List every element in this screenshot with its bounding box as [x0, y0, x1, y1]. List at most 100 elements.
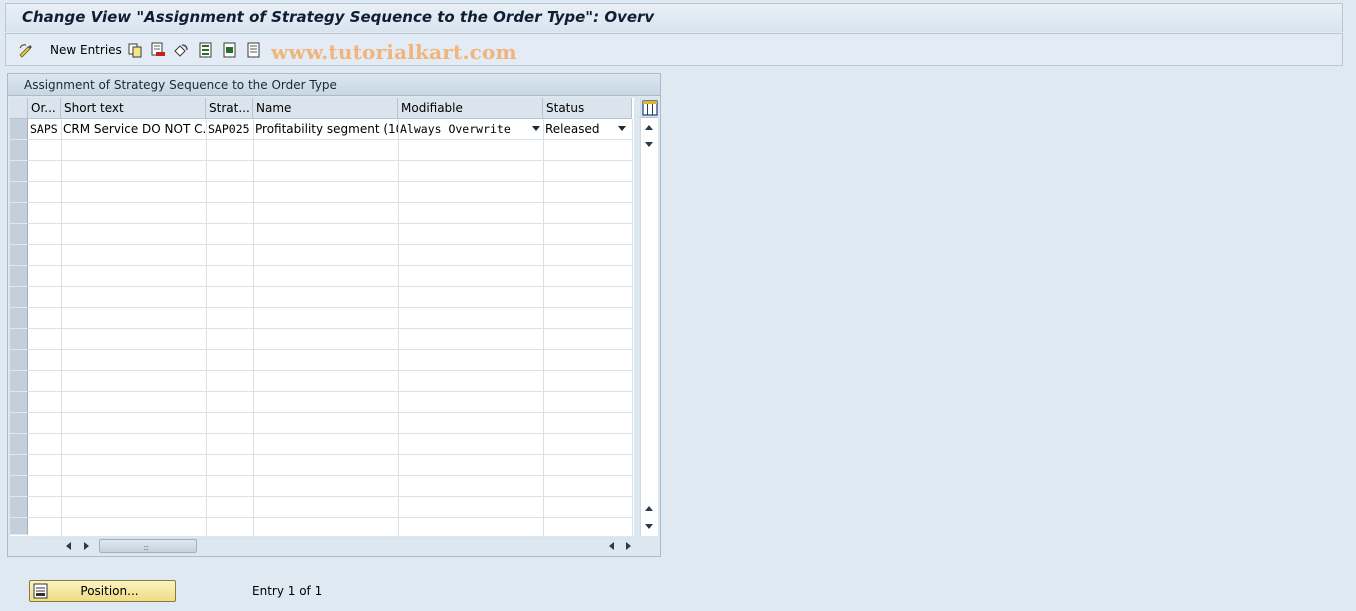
page-up-icon[interactable] — [645, 506, 653, 511]
new-entries-label: New Entries — [50, 42, 122, 57]
select-all-icon — [199, 42, 212, 57]
row-selector[interactable] — [10, 434, 28, 455]
row-selector[interactable] — [10, 413, 28, 434]
column-header-strategy[interactable]: Strat... — [206, 98, 253, 119]
row-selector[interactable] — [10, 350, 28, 371]
empty-row[interactable] — [28, 161, 632, 182]
delete-button[interactable] — [150, 41, 166, 58]
new-entries-button[interactable]: New Entries — [46, 41, 122, 58]
empty-row[interactable] — [28, 266, 632, 287]
empty-row[interactable] — [28, 329, 632, 350]
title-bar: Change View "Assignment of Strategy Sequ… — [5, 3, 1343, 32]
empty-row[interactable] — [28, 350, 632, 371]
cell-order-type[interactable]: SAPS — [28, 119, 61, 139]
page-title: Change View "Assignment of Strategy Sequ… — [22, 8, 655, 26]
application-toolbar: New Entries — [5, 33, 1343, 66]
select-block-button[interactable] — [222, 41, 238, 58]
column-header-short-text[interactable]: Short text — [61, 98, 206, 119]
empty-row[interactable] — [28, 497, 632, 518]
column-divider — [206, 119, 207, 536]
row-selector[interactable] — [10, 518, 28, 535]
scroll-right-icon[interactable] — [84, 542, 89, 550]
page-down-icon[interactable] — [645, 524, 653, 529]
table-settings-icon — [642, 100, 658, 116]
column-settings-button[interactable] — [641, 98, 658, 118]
horizontal-scrollbar[interactable]: ::: — [60, 538, 640, 554]
row-selector[interactable] — [10, 140, 28, 161]
empty-row[interactable] — [28, 476, 632, 497]
copy-button[interactable] — [127, 41, 143, 58]
chevron-down-icon[interactable] — [618, 126, 626, 131]
row-selector[interactable] — [10, 161, 28, 182]
row-selector[interactable] — [10, 182, 28, 203]
row-selector[interactable] — [10, 497, 28, 518]
empty-row[interactable] — [28, 392, 632, 413]
empty-row[interactable] — [28, 182, 632, 203]
empty-row[interactable] — [28, 455, 632, 476]
row-selector[interactable] — [10, 203, 28, 224]
empty-row[interactable] — [28, 371, 632, 392]
position-button[interactable]: Position... — [29, 580, 176, 602]
row-selector[interactable] — [10, 476, 28, 497]
undo-icon — [174, 43, 188, 57]
table-row[interactable]: SAPS CRM Service DO NOT C... SAP025 Prof… — [28, 119, 632, 140]
row-selector[interactable] — [10, 308, 28, 329]
cell-name[interactable]: Profitability segment (10... — [253, 119, 398, 139]
row-selector[interactable] — [10, 224, 28, 245]
empty-row[interactable] — [28, 287, 632, 308]
row-selector[interactable] — [10, 455, 28, 476]
row-selector[interactable] — [10, 287, 28, 308]
scroll-thumb[interactable]: ::: — [99, 539, 197, 553]
row-selector[interactable] — [10, 119, 28, 140]
empty-row[interactable] — [28, 518, 632, 539]
chevron-down-icon[interactable] — [532, 126, 540, 131]
empty-row[interactable] — [28, 140, 632, 161]
position-button-label: Position... — [80, 584, 139, 598]
cell-short-text[interactable]: CRM Service DO NOT C... — [61, 119, 206, 139]
scroll-left-icon[interactable] — [66, 542, 71, 550]
undo-button[interactable] — [173, 41, 189, 58]
display-change-button[interactable] — [18, 41, 34, 58]
empty-row[interactable] — [28, 203, 632, 224]
empty-row[interactable] — [28, 224, 632, 245]
row-selector[interactable] — [10, 329, 28, 350]
scroll-up-icon[interactable] — [645, 125, 653, 130]
column-header-modifiable[interactable]: Modifiable — [398, 98, 543, 119]
scroll-left-end-icon[interactable] — [609, 542, 614, 550]
column-header-status[interactable]: Status — [543, 98, 632, 119]
column-divider — [632, 119, 633, 536]
deselect-all-icon — [247, 42, 260, 57]
row-selector[interactable] — [10, 392, 28, 413]
status-dropdown[interactable]: Released — [543, 119, 632, 139]
empty-row[interactable] — [28, 308, 632, 329]
modifiable-dropdown[interactable]: Always Overwrite — [398, 119, 543, 139]
table-panel: Assignment of Strategy Sequence to the O… — [7, 73, 661, 557]
column-divider — [61, 119, 62, 536]
status-value: Released — [545, 122, 600, 136]
entry-counter: Entry 1 of 1 — [252, 584, 323, 598]
column-divider — [253, 119, 254, 536]
row-selector[interactable] — [10, 245, 28, 266]
empty-row[interactable] — [28, 245, 632, 266]
column-header-order-type[interactable]: Or... — [28, 98, 61, 119]
watermark: www.tutorialkart.com — [271, 40, 517, 64]
column-divider — [398, 119, 399, 536]
data-table: Or... Short text Strat... Name Modifiabl… — [10, 98, 634, 539]
empty-row[interactable] — [28, 413, 632, 434]
copy-icon — [128, 43, 142, 57]
select-block-icon — [223, 42, 236, 57]
modifiable-value: Always Overwrite — [400, 122, 511, 136]
deselect-all-button[interactable] — [246, 41, 262, 58]
select-all-button[interactable] — [198, 41, 214, 58]
scroll-down-icon[interactable] — [645, 142, 653, 147]
column-header-name[interactable]: Name — [253, 98, 398, 119]
cell-strategy[interactable]: SAP025 — [206, 119, 253, 139]
vertical-scrollbar[interactable] — [640, 98, 658, 536]
display-change-icon — [19, 43, 32, 58]
row-selector[interactable] — [10, 371, 28, 392]
column-divider — [543, 119, 544, 536]
select-all-rows-corner[interactable] — [10, 98, 28, 119]
empty-row[interactable] — [28, 434, 632, 455]
row-selector[interactable] — [10, 266, 28, 287]
scroll-right-end-icon[interactable] — [626, 542, 631, 550]
